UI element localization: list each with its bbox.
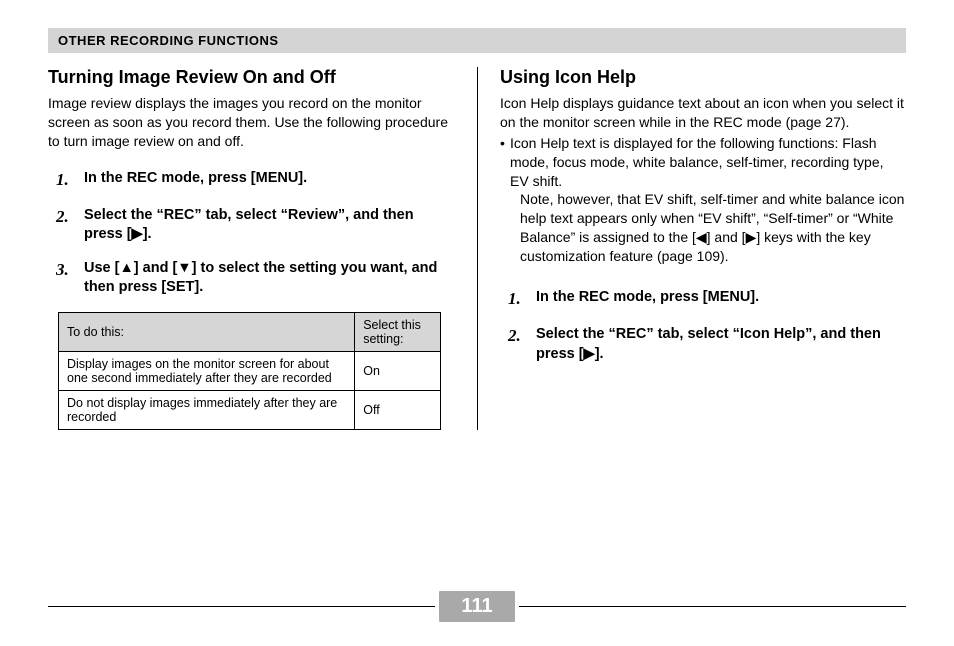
cell-setting: On [355,351,440,390]
cell-setting: Off [355,390,440,429]
cell-action: Do not display images immediately after … [59,390,355,429]
left-intro-text: Image review displays the images you rec… [48,94,455,151]
left-column: Turning Image Review On and Off Image re… [48,67,477,430]
step-item: 2. Select the “REC” tab, select “Icon He… [508,325,906,364]
footer-rule-left [48,606,435,607]
step-text: Select the “REC” tab, select “Icon Help”… [536,325,906,364]
bullet-subnote: Note, however, that EV shift, self-timer… [500,190,906,266]
step-number: 2. [56,206,84,245]
page-number: 111 [439,591,514,622]
step-text: Select the “REC” tab, select “Review”, a… [84,206,455,245]
chapter-title-bar: OTHER RECORDING FUNCTIONS [48,28,906,53]
cell-action: Display images on the monitor screen for… [59,351,355,390]
left-heading: Turning Image Review On and Off [48,67,455,88]
step-number: 1. [56,169,84,192]
page: OTHER RECORDING FUNCTIONS Turning Image … [0,0,954,646]
right-step-list: 1. In the REC mode, press [MENU]. 2. Sel… [500,288,906,364]
bullet-block: Icon Help text is displayed for the foll… [500,134,906,266]
table-row: Do not display images immediately after … [59,390,441,429]
table-header-row: To do this: Select this setting: [59,312,441,351]
step-text: In the REC mode, press [MENU]. [84,169,455,192]
two-column-layout: Turning Image Review On and Off Image re… [48,67,906,430]
step-number: 1. [508,288,536,311]
step-item: 2. Select the “REC” tab, select “Review”… [56,206,455,245]
step-item: 1. In the REC mode, press [MENU]. [508,288,906,311]
step-number: 3. [56,259,84,298]
right-column: Using Icon Help Icon Help displays guida… [477,67,906,430]
right-intro-text: Icon Help displays guidance text about a… [500,94,906,132]
step-item: 1. In the REC mode, press [MENU]. [56,169,455,192]
col-header-setting: Select this setting: [355,312,440,351]
step-number: 2. [508,325,536,364]
col-header-action: To do this: [59,312,355,351]
step-item: 3. Use [▲] and [▼] to select the setting… [56,259,455,298]
bullet-text: Icon Help text is displayed for the foll… [500,134,906,191]
step-text: In the REC mode, press [MENU]. [536,288,906,311]
footer-rule-right [519,606,906,607]
table-row: Display images on the monitor screen for… [59,351,441,390]
right-heading: Using Icon Help [500,67,906,88]
step-text: Use [▲] and [▼] to select the setting yo… [84,259,455,298]
settings-table: To do this: Select this setting: Display… [58,312,441,430]
left-step-list: 1. In the REC mode, press [MENU]. 2. Sel… [48,169,455,298]
page-footer: 111 [48,591,906,622]
